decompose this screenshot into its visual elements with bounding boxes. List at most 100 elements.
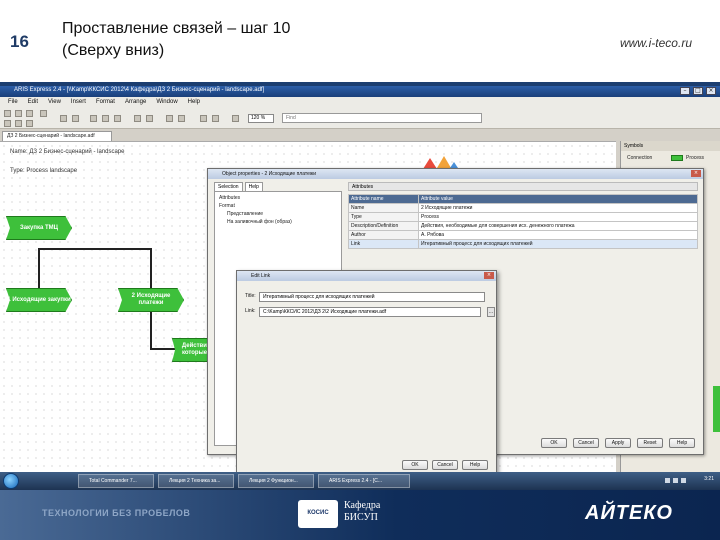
palette-process[interactable]: Process <box>686 155 704 161</box>
maximize-icon[interactable]: □ <box>693 87 703 95</box>
cut-icon[interactable] <box>90 115 97 122</box>
apply-button[interactable]: Apply <box>605 438 631 448</box>
undo-icon[interactable] <box>60 115 67 122</box>
palette-connection[interactable]: Connection <box>627 155 652 161</box>
model-name-label: Name: ДЗ 2 Бизнес-сценарий - landscape <box>10 149 125 155</box>
menu-format[interactable]: Format <box>96 97 115 107</box>
close-icon[interactable]: × <box>484 272 494 279</box>
taskbar-item[interactable]: Total Commander 7... <box>78 474 154 488</box>
zoom-icon[interactable] <box>232 115 239 122</box>
underline-icon[interactable] <box>26 120 33 127</box>
department-line1: Кафедра <box>344 500 381 511</box>
model-type-label: Type: Process landscape <box>10 168 78 174</box>
ok-button[interactable]: OK <box>402 460 428 470</box>
process-node-ishodyashie-zakupki[interactable]: 1 Исходящие закупки <box>6 288 72 312</box>
menu-insert[interactable]: Insert <box>71 97 86 107</box>
format-painter-icon[interactable] <box>178 115 185 122</box>
attr-value[interactable]: Process <box>418 212 698 222</box>
table-row[interactable]: Author А. Рябова <box>348 230 698 240</box>
new-icon[interactable] <box>4 110 11 117</box>
department-name: Кафедра БИСУП <box>344 500 380 524</box>
close-icon[interactable]: × <box>706 87 716 95</box>
tray-icon[interactable] <box>665 478 670 483</box>
object-properties-title: Object properties - 2 Исходящие платежи <box>208 169 703 179</box>
table-header-row: Attribute name Attribute value <box>348 194 698 204</box>
taskbar-item[interactable]: ARIS Express 2.4 - [C... <box>318 474 410 488</box>
edit-link-title: Edit Link <box>237 271 496 281</box>
attr-value[interactable]: Итеративный процесс для исходящих платеж… <box>418 239 698 249</box>
slide-footer: ТЕХНОЛОГИИ БЕЗ ПРОБЕЛОВ КОСИС Кафедра БИ… <box>0 490 720 540</box>
attr-key: Type <box>348 212 419 222</box>
taskbar-item[interactable]: Лекция 2 Техника за... <box>158 474 234 488</box>
tree-item-format[interactable]: Format <box>219 203 235 209</box>
minimize-icon[interactable]: – <box>680 87 690 95</box>
slide-number: 16 <box>10 32 29 51</box>
taskbar-item[interactable]: Лекция 2 Функцион... <box>238 474 314 488</box>
reset-button[interactable]: Reset <box>637 438 663 448</box>
menu-arrange[interactable]: Arrange <box>125 97 146 107</box>
window-controls: – □ × <box>680 87 716 95</box>
help-button[interactable]: Help <box>462 460 488 470</box>
start-icon[interactable] <box>3 473 19 489</box>
menu-view[interactable]: View <box>48 97 61 107</box>
ok-button[interactable]: OK <box>541 438 567 448</box>
paste-icon[interactable] <box>114 115 121 122</box>
link-title-label: Title: <box>245 293 256 299</box>
process-node-zakupka[interactable]: Закупка ТМЦ <box>6 216 72 240</box>
footer-slogan: ТЕХНОЛОГИИ БЕЗ ПРОБЕЛОВ <box>42 508 191 518</box>
document-tab[interactable]: ДЗ 2 Бизнес-сценарий - landscape.adf <box>2 131 112 141</box>
attr-value[interactable]: 2 Исходящие платежи <box>418 203 698 213</box>
props-buttons: OK Cancel Apply Reset Help <box>541 438 695 448</box>
distribute-icon[interactable] <box>146 115 153 122</box>
attr-key: Author <box>348 230 419 240</box>
system-tray <box>665 478 686 483</box>
toolbar: 120 % Find <box>0 107 720 129</box>
tray-icon[interactable] <box>673 478 678 483</box>
fill-color-icon[interactable] <box>200 115 207 122</box>
attr-key: Link <box>348 239 419 249</box>
bold-icon[interactable] <box>4 120 11 127</box>
align-icon[interactable] <box>134 115 141 122</box>
tray-icon[interactable] <box>681 478 686 483</box>
link-title-input[interactable]: Итеративный процесс для исходящих платеж… <box>259 292 485 302</box>
table-row[interactable]: Type Process <box>348 212 698 222</box>
browse-button[interactable]: ... <box>487 307 495 317</box>
cancel-button[interactable]: Cancel <box>432 460 458 470</box>
column-header: Attribute name <box>348 194 419 204</box>
app-titlebar: ARIS Express 2.4 - [\\Kamp\ККСИС 2012\4 … <box>0 86 720 97</box>
connector-icon[interactable] <box>166 115 173 122</box>
tree-item-fill[interactable]: На заливочный фон (образ) <box>227 219 292 225</box>
table-row[interactable]: Link Итеративный процесс для исходящих п… <box>348 239 698 249</box>
table-row[interactable]: Name 2 Исходящие платежи <box>348 203 698 213</box>
menu-help[interactable]: Help <box>188 97 200 107</box>
attr-value[interactable]: Действия, необходимые для совершения исх… <box>418 221 698 231</box>
side-tab[interactable] <box>713 386 720 432</box>
redo-icon[interactable] <box>72 115 79 122</box>
print-icon[interactable] <box>40 110 47 117</box>
save-icon[interactable] <box>26 110 33 117</box>
copy-icon[interactable] <box>102 115 109 122</box>
line-color-icon[interactable] <box>212 115 219 122</box>
brand-logo: АЙТЕКО <box>585 502 673 524</box>
menu-edit[interactable]: Edit <box>28 97 38 107</box>
open-icon[interactable] <box>15 110 22 117</box>
department-logo-text: КОСИС <box>307 510 329 516</box>
help-button[interactable]: Help <box>669 438 695 448</box>
tree-item-representation[interactable]: Представление <box>227 211 263 217</box>
link-path-input[interactable]: C:\Kamp\ККСИС 2012\ДЗ 2\2 Исходящие плат… <box>259 307 481 317</box>
close-icon[interactable]: × <box>691 170 701 177</box>
link-path-label: Link: <box>245 308 256 314</box>
search-input[interactable]: Find <box>282 113 482 123</box>
menu-file[interactable]: File <box>8 97 18 107</box>
italic-icon[interactable] <box>15 120 22 127</box>
tree-item-attributes[interactable]: Attributes <box>219 195 240 201</box>
process-shape-icon[interactable] <box>671 155 683 161</box>
attributes-table: Attribute name Attribute value Name 2 Ис… <box>348 194 698 249</box>
table-row[interactable]: Description/Definition Действия, необход… <box>348 221 698 231</box>
menu-window[interactable]: Window <box>156 97 177 107</box>
zoom-select[interactable]: 120 % <box>248 114 274 123</box>
aris-express-window: ARIS Express 2.4 - [\\Kamp\ККСИС 2012\4 … <box>0 86 720 490</box>
process-node-ishodyashie-platezhi[interactable]: 2 Исходящие платежи <box>118 288 184 312</box>
cancel-button[interactable]: Cancel <box>573 438 599 448</box>
attr-value[interactable]: А. Рябова <box>418 230 698 240</box>
